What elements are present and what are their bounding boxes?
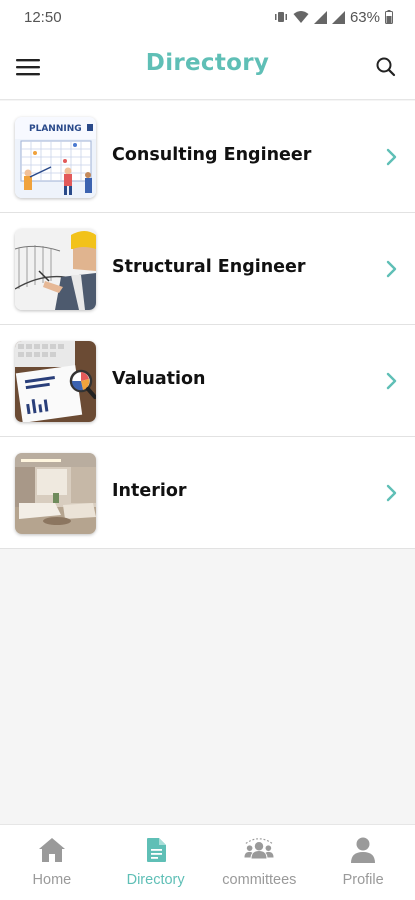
nav-item-directory[interactable]: Directory <box>104 825 208 900</box>
valuation-thumbnail <box>15 341 96 422</box>
chevron-right-icon <box>386 148 397 166</box>
bottom-nav: Home Directory committees Profile <box>0 824 415 900</box>
page-title: Directory <box>145 50 270 76</box>
list-item-label: Interior <box>112 481 187 501</box>
nav-label-profile: Profile <box>342 872 384 888</box>
structural-engineer-thumbnail <box>15 229 96 310</box>
document-icon <box>141 835 171 865</box>
status-time: 12:50 <box>24 8 62 26</box>
interior-thumbnail <box>15 453 96 534</box>
nav-label-home: Home <box>32 872 72 888</box>
planning-text: PLANNING <box>29 124 82 134</box>
directory-list: PLANNING Consulting Engineer Structural … <box>0 101 415 549</box>
search-icon <box>376 57 396 77</box>
signal-icon <box>331 10 345 24</box>
list-item-structural-engineer[interactable]: Structural Engineer <box>0 213 415 325</box>
chevron-right-icon <box>386 484 397 502</box>
consulting-engineer-thumbnail: PLANNING <box>15 117 96 198</box>
app-bar: Directory <box>0 34 415 100</box>
wifi-icon <box>293 10 309 24</box>
battery-icon <box>385 10 393 24</box>
signal-icon <box>313 10 327 24</box>
battery-text: 63% <box>349 8 380 26</box>
group-icon <box>244 835 274 865</box>
nav-item-home[interactable]: Home <box>0 825 104 900</box>
nav-item-profile[interactable]: Profile <box>311 825 415 900</box>
chevron-right-icon <box>386 260 397 278</box>
home-icon <box>37 835 67 865</box>
nav-item-committees[interactable]: committees <box>208 825 312 900</box>
list-item-consulting-engineer[interactable]: PLANNING Consulting Engineer <box>0 101 415 213</box>
list-item-label: Consulting Engineer <box>112 145 312 165</box>
list-item-interior[interactable]: Interior <box>0 437 415 549</box>
nav-label-directory: Directory <box>126 872 185 888</box>
list-item-label: Valuation <box>112 369 206 389</box>
vibrate-icon <box>274 10 288 24</box>
nav-label-committees: committees <box>222 872 297 888</box>
status-icons: 63% <box>274 9 393 26</box>
search-button[interactable] <box>373 54 399 80</box>
screen: 12:50 63% Directory PLANNING Consulting … <box>0 0 415 900</box>
person-icon <box>348 835 378 865</box>
chevron-right-icon <box>386 372 397 390</box>
list-item-label: Structural Engineer <box>112 257 306 277</box>
status-bar: 12:50 63% <box>0 0 415 34</box>
list-item-valuation[interactable]: Valuation <box>0 325 415 437</box>
